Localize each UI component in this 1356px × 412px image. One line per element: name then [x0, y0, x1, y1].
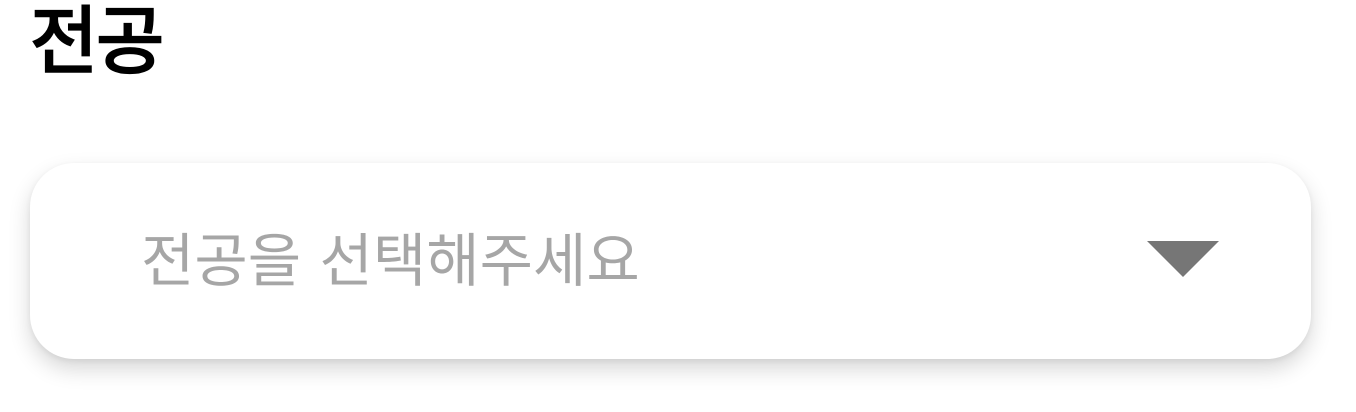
- major-select-placeholder: 전공을 선택해주세요: [141, 227, 640, 295]
- major-select[interactable]: 전공을 선택해주세요: [30, 163, 1311, 359]
- section-title: 전공: [30, 0, 164, 85]
- triangle-down-icon[interactable]: [1147, 241, 1219, 277]
- triangle-down-shape: [1147, 241, 1219, 277]
